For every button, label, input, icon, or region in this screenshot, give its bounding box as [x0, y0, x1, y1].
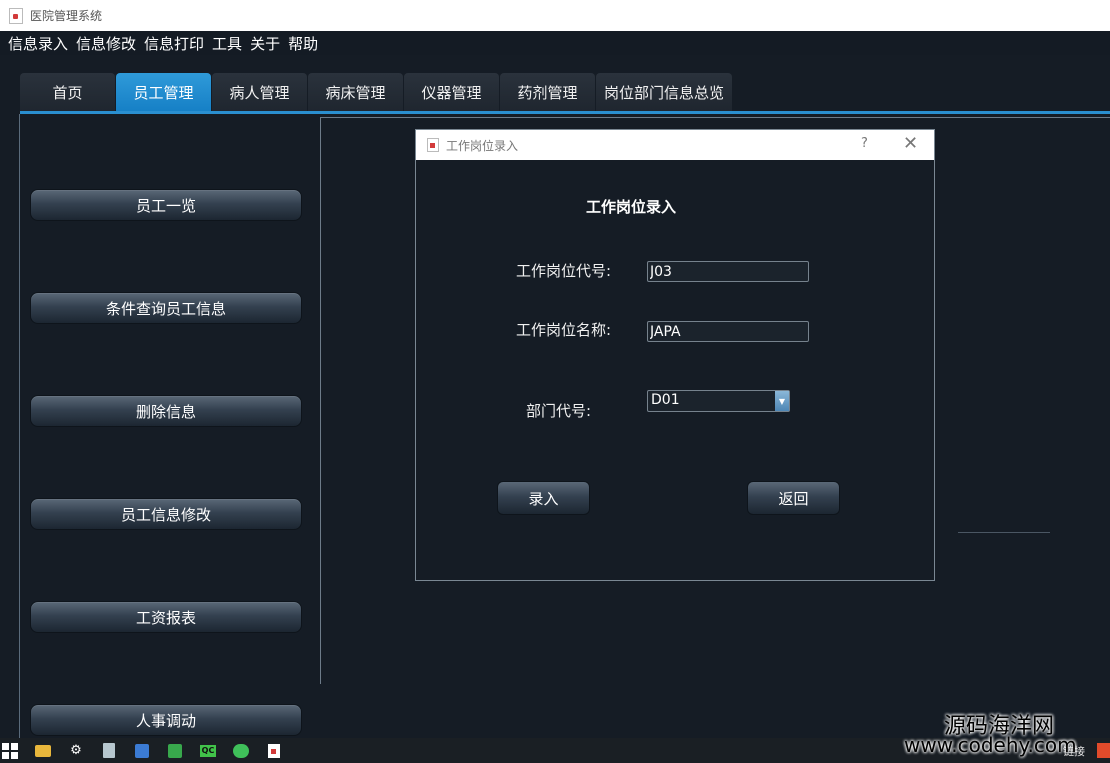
- window-title: 医院管理系统: [30, 9, 103, 23]
- tab-instrument-management[interactable]: 仪器管理: [404, 73, 499, 111]
- staff-list-button[interactable]: 员工一览: [30, 189, 302, 221]
- delete-info-button[interactable]: 删除信息: [30, 395, 302, 427]
- left-border: [19, 114, 20, 738]
- tab-patient-management[interactable]: 病人管理: [212, 73, 307, 111]
- tab-pharmacy-management[interactable]: 药剂管理: [500, 73, 595, 111]
- tab-bed-management[interactable]: 病床管理: [308, 73, 403, 111]
- submit-button[interactable]: 录入: [497, 481, 590, 515]
- file-explorer-icon[interactable]: [35, 743, 51, 759]
- menu-item-help[interactable]: 帮助: [288, 33, 318, 54]
- dialog-title: 工作岗位录入: [446, 138, 519, 153]
- edit-staff-button[interactable]: 员工信息修改: [30, 498, 302, 530]
- notification-icon[interactable]: [1097, 743, 1110, 758]
- qt-creator-icon[interactable]: QC: [200, 743, 216, 759]
- menu-item-about[interactable]: 关于: [250, 33, 280, 54]
- help-icon[interactable]: ?: [861, 136, 868, 151]
- settings-gear-icon[interactable]: ⚙: [68, 743, 84, 759]
- close-icon[interactable]: ✕: [903, 133, 918, 154]
- menu-item-info-entry[interactable]: 信息录入: [8, 33, 68, 54]
- app-green-icon[interactable]: [167, 743, 183, 759]
- post-name-input[interactable]: [647, 321, 809, 342]
- dialog-app-icon: [427, 138, 439, 152]
- personnel-transfer-button[interactable]: 人事调动: [30, 704, 302, 736]
- tabbar: 首页 员工管理 病人管理 病床管理 仪器管理 药剂管理 岗位部门信息总览: [20, 73, 733, 111]
- post-code-label: 工作岗位代号:: [516, 262, 612, 280]
- menubar: 信息录入 信息修改 信息打印 工具 关于 帮助: [0, 31, 1110, 55]
- hospital-app-icon[interactable]: [266, 743, 282, 759]
- salary-report-button[interactable]: 工资报表: [30, 601, 302, 633]
- window-titlebar: 医院管理系统: [0, 0, 1110, 32]
- menu-item-info-edit[interactable]: 信息修改: [76, 33, 136, 54]
- post-code-input[interactable]: [647, 261, 809, 282]
- back-button[interactable]: 返回: [747, 481, 840, 515]
- notepad-icon[interactable]: [101, 743, 117, 759]
- dept-code-value: D01: [651, 392, 680, 408]
- watermark-url: www.codehy.com: [904, 733, 1077, 757]
- app-icon: [9, 7, 23, 24]
- menu-item-tools[interactable]: 工具: [212, 33, 242, 54]
- dept-code-select[interactable]: D01 ▼: [647, 390, 790, 412]
- dept-code-label: 部门代号:: [526, 402, 592, 420]
- wechat-icon[interactable]: [233, 743, 249, 759]
- dialog-titlebar: 工作岗位录入 ? ✕: [416, 130, 934, 160]
- tab-underline: [20, 111, 1110, 114]
- tab-staff-management[interactable]: 员工管理: [116, 73, 211, 111]
- post-name-label: 工作岗位名称:: [516, 321, 612, 339]
- windows-start-icon[interactable]: [2, 742, 18, 759]
- tab-post-dept-overview[interactable]: 岗位部门信息总览: [596, 73, 732, 111]
- tab-home[interactable]: 首页: [20, 73, 115, 111]
- menu-item-info-print[interactable]: 信息打印: [144, 33, 204, 54]
- content-divider: [958, 532, 1050, 533]
- chevron-down-icon[interactable]: ▼: [775, 391, 789, 411]
- dialog-heading: 工作岗位录入: [586, 198, 677, 216]
- post-entry-dialog: 工作岗位录入 ? ✕ 工作岗位录入 工作岗位代号: 工作岗位名称: 部门代号: …: [415, 129, 935, 581]
- query-staff-button[interactable]: 条件查询员工信息: [30, 292, 302, 324]
- remote-desktop-icon[interactable]: [134, 743, 150, 759]
